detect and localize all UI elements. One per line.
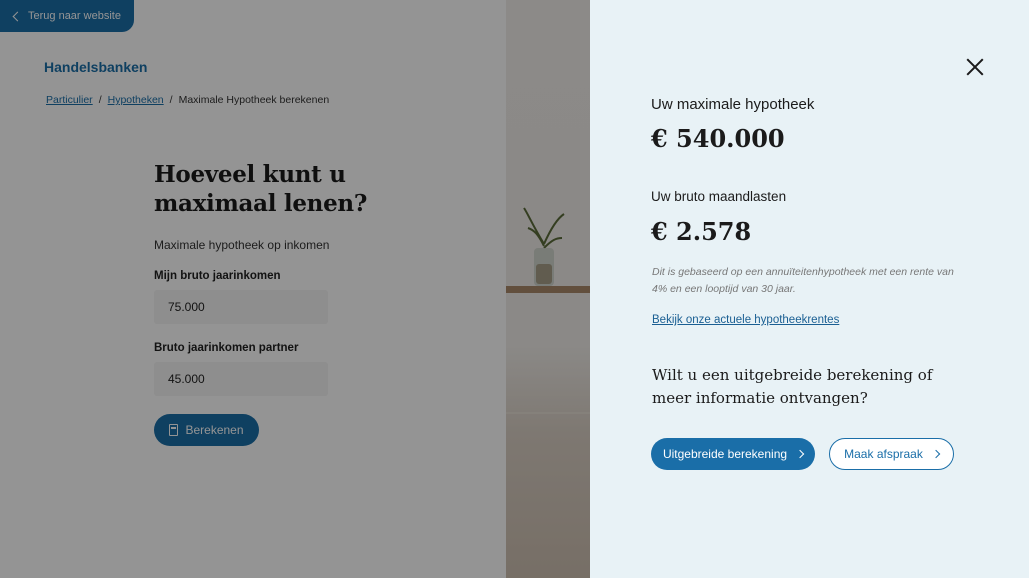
modal-backdrop[interactable]	[0, 0, 590, 578]
monthly-costs-label: Uw bruto maandlasten	[651, 189, 787, 204]
more-info-question: Wilt u een uitgebreide berekening of mee…	[652, 366, 933, 407]
max-mortgage-value: € 540.000	[651, 124, 785, 153]
close-icon[interactable]	[966, 58, 984, 76]
make-appointment-button[interactable]: Maak afspraak	[829, 438, 954, 470]
chevron-right-icon	[931, 449, 941, 459]
make-appointment-label: Maak afspraak	[844, 447, 923, 461]
mortgage-rates-link[interactable]: Bekijk onze actuele hypotheekrentes	[652, 314, 839, 326]
max-mortgage-label: Uw maximale hypotheek	[651, 96, 815, 113]
monthly-costs-value: € 2.578	[651, 217, 752, 246]
chevron-right-icon	[795, 449, 805, 459]
result-panel: Uw maximale hypotheek € 540.000 Uw bruto…	[590, 0, 1029, 578]
extended-calculation-button[interactable]: Uitgebreide berekening	[651, 438, 815, 470]
extended-calculation-label: Uitgebreide berekening	[662, 447, 788, 461]
calculation-note: Dit is gebaseerd op een annuïteitenhypot…	[652, 266, 954, 295]
